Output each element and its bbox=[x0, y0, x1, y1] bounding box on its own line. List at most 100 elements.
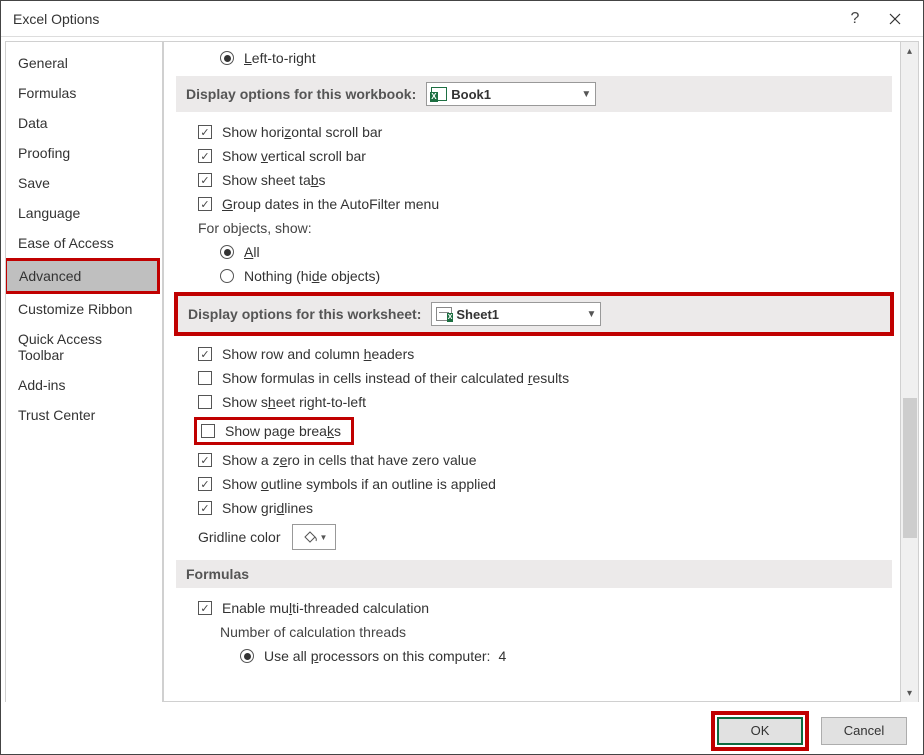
advanced-options-panel: Left-to-right Display options for this w… bbox=[163, 41, 901, 702]
radio-icon bbox=[220, 51, 234, 65]
dialog-body: General Formulas Data Proofing Save Lang… bbox=[1, 37, 923, 706]
scroll-up-icon[interactable]: ▴ bbox=[903, 44, 917, 58]
close-button[interactable] bbox=[875, 5, 915, 33]
radio-icon bbox=[240, 649, 254, 663]
option-outline-symbols[interactable]: Show outline symbols if an outline is ap… bbox=[176, 472, 892, 496]
section-display-workbook: Display options for this workbook: Book1… bbox=[176, 76, 892, 112]
option-label: Show sheet right-to-left bbox=[222, 394, 366, 410]
scroll-thumb[interactable] bbox=[903, 398, 917, 538]
cancel-button[interactable]: Cancel bbox=[821, 717, 907, 745]
option-label: Show formulas in cells instead of their … bbox=[222, 370, 569, 386]
sidebar-item-quick-access-toolbar[interactable]: Quick Access Toolbar bbox=[6, 324, 162, 370]
excel-workbook-icon bbox=[431, 87, 447, 101]
option-label: Show a zero in cells that have zero valu… bbox=[222, 452, 477, 468]
sidebar-item-proofing[interactable]: Proofing bbox=[6, 138, 162, 168]
option-left-to-right[interactable]: Left-to-right bbox=[176, 46, 892, 70]
excel-sheet-icon bbox=[436, 307, 452, 321]
section-formulas: Formulas bbox=[176, 560, 892, 588]
sidebar-item-ease-of-access[interactable]: Ease of Access bbox=[6, 228, 162, 258]
section-label: Display options for this workbook: bbox=[186, 86, 416, 102]
worksheet-combo[interactable]: Sheet1 ▼ bbox=[431, 302, 601, 326]
gridline-color-picker[interactable]: ▼ bbox=[292, 524, 336, 550]
checkbox-icon bbox=[198, 347, 212, 361]
processor-count: 4 bbox=[498, 648, 506, 664]
option-label: All bbox=[244, 244, 260, 260]
option-show-page-breaks[interactable]: Show page breaks bbox=[225, 423, 341, 439]
option-label: Nothing (hide objects) bbox=[244, 268, 380, 284]
combo-value: Book1 bbox=[451, 87, 491, 102]
radio-icon bbox=[220, 245, 234, 259]
excel-options-dialog: Excel Options ? General Formulas Data Pr… bbox=[0, 0, 924, 755]
sidebar-item-customize-ribbon[interactable]: Customize Ribbon bbox=[6, 294, 162, 324]
sidebar-item-save[interactable]: Save bbox=[6, 168, 162, 198]
window-title: Excel Options bbox=[13, 11, 835, 27]
option-show-gridlines[interactable]: Show gridlines bbox=[176, 496, 892, 520]
sidebar-item-add-ins[interactable]: Add-ins bbox=[6, 370, 162, 400]
option-row-column-headers[interactable]: Show row and column headers bbox=[176, 342, 892, 366]
option-sheet-rtl[interactable]: Show sheet right-to-left bbox=[176, 390, 892, 414]
sidebar-item-language[interactable]: Language bbox=[6, 198, 162, 228]
gridline-color-row: Gridline color ▼ bbox=[176, 520, 892, 554]
option-show-formulas[interactable]: Show formulas in cells instead of their … bbox=[176, 366, 892, 390]
highlight-worksheet-section: Display options for this worksheet: Shee… bbox=[174, 292, 894, 336]
label-number-of-threads: Number of calculation threads bbox=[176, 620, 892, 644]
radio-icon bbox=[220, 269, 234, 283]
checkbox-icon bbox=[198, 601, 212, 615]
combo-value: Sheet1 bbox=[456, 307, 499, 322]
label-gridline-color: Gridline color bbox=[198, 529, 280, 545]
checkbox-icon bbox=[198, 453, 212, 467]
checkbox-icon bbox=[198, 395, 212, 409]
checkbox-icon bbox=[198, 197, 212, 211]
checkbox-icon bbox=[198, 173, 212, 187]
checkbox-icon bbox=[198, 371, 212, 385]
vertical-scrollbar[interactable]: ▴ ▾ bbox=[901, 41, 919, 702]
option-label: Show sheet tabs bbox=[222, 172, 326, 188]
option-horizontal-scrollbar[interactable]: Show horizontal scroll bar bbox=[176, 120, 892, 144]
option-objects-nothing[interactable]: Nothing (hide objects) bbox=[176, 264, 892, 288]
chevron-down-icon: ▼ bbox=[581, 89, 591, 100]
sidebar-item-data[interactable]: Data bbox=[6, 108, 162, 138]
option-label: Use all processors on this computer:4 bbox=[264, 648, 506, 664]
checkbox-icon bbox=[198, 125, 212, 139]
option-sheet-tabs[interactable]: Show sheet tabs bbox=[176, 168, 892, 192]
section-label: Formulas bbox=[186, 566, 249, 582]
option-label: Show gridlines bbox=[222, 500, 313, 516]
dialog-footer: OK Cancel bbox=[1, 706, 923, 754]
workbook-combo[interactable]: Book1 ▼ bbox=[426, 82, 596, 106]
option-label: Show outline symbols if an outline is ap… bbox=[222, 476, 496, 492]
highlight-page-breaks: Show page breaks bbox=[194, 417, 354, 445]
option-multithreaded-calc[interactable]: Enable multi-threaded calculation bbox=[176, 596, 892, 620]
sidebar-item-general[interactable]: General bbox=[6, 48, 162, 78]
option-label: Left-to-right bbox=[244, 50, 316, 66]
option-use-all-processors[interactable]: Use all processors on this computer:4 bbox=[176, 644, 892, 668]
titlebar: Excel Options ? bbox=[1, 1, 923, 37]
section-display-worksheet: Display options for this worksheet: Shee… bbox=[178, 296, 890, 332]
chevron-down-icon: ▼ bbox=[586, 309, 596, 320]
checkbox-icon bbox=[198, 477, 212, 491]
sidebar-item-advanced[interactable]: Advanced bbox=[7, 261, 157, 291]
sidebar-item-formulas[interactable]: Formulas bbox=[6, 78, 162, 108]
option-show-zero[interactable]: Show a zero in cells that have zero valu… bbox=[176, 448, 892, 472]
chevron-down-icon: ▼ bbox=[320, 533, 328, 542]
option-label: Show vertical scroll bar bbox=[222, 148, 366, 164]
section-label: Display options for this worksheet: bbox=[188, 306, 421, 322]
option-label: Group dates in the AutoFilter menu bbox=[222, 196, 439, 212]
option-group-dates-autofilter[interactable]: Group dates in the AutoFilter menu bbox=[176, 192, 892, 216]
option-vertical-scrollbar[interactable]: Show vertical scroll bar bbox=[176, 144, 892, 168]
highlight-advanced: Advanced bbox=[5, 258, 160, 294]
highlight-ok: OK bbox=[711, 711, 809, 751]
option-label: Enable multi-threaded calculation bbox=[222, 600, 429, 616]
ok-button[interactable]: OK bbox=[717, 717, 803, 745]
checkbox-icon bbox=[201, 424, 215, 438]
close-icon bbox=[889, 13, 901, 25]
content-wrap: Left-to-right Display options for this w… bbox=[163, 37, 923, 706]
help-button[interactable]: ? bbox=[835, 5, 875, 33]
label-for-objects-show: For objects, show: bbox=[176, 216, 892, 240]
checkbox-icon bbox=[198, 149, 212, 163]
option-label: Show row and column headers bbox=[222, 346, 414, 362]
sidebar-item-trust-center[interactable]: Trust Center bbox=[6, 400, 162, 430]
scroll-down-icon[interactable]: ▾ bbox=[903, 686, 917, 700]
checkbox-icon bbox=[198, 501, 212, 515]
option-objects-all[interactable]: All bbox=[176, 240, 892, 264]
category-sidebar: General Formulas Data Proofing Save Lang… bbox=[5, 41, 163, 702]
